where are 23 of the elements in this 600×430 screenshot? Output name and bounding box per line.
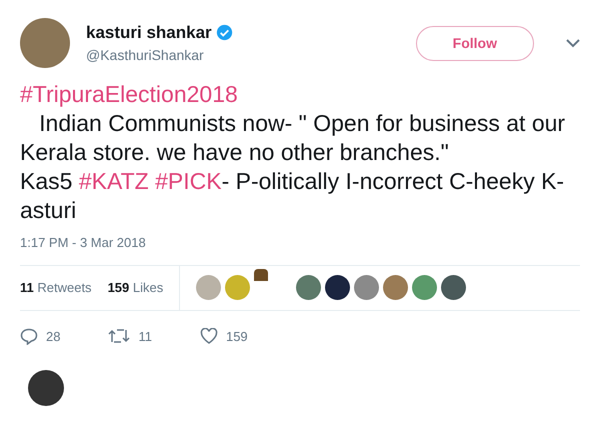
chevron-down-icon[interactable] [566,38,580,48]
stat-link[interactable]: 11 Retweets [20,278,92,298]
profile-photo-placeholder[interactable] [20,18,70,68]
action-count: 11 [138,328,152,346]
hashtag-link[interactable]: #KATZ [78,168,149,194]
retweet-icon [108,328,130,344]
hashtag-link[interactable]: #PICK [155,168,222,194]
small-image-placeholder[interactable] [254,269,268,281]
timestamp[interactable]: 1:17 PM - 3 Mar 2018 [20,233,580,252]
author-handle[interactable]: @KasthuriShankar [86,45,400,66]
tweet-text: Indian Communists now- " Open for business at our Kerala store. we have no other branches." [20,109,566,167]
heart-icon [200,328,218,344]
action-count: 159 [226,328,248,346]
action-count: 28 [46,328,60,346]
liker-avatar-placeholder[interactable] [325,275,350,300]
author-name[interactable]: kasturi shankar [86,20,212,46]
follow-button[interactable]: Follow [416,26,534,60]
tweet-text: Kas5 #KATZ #PICK- P-olitically I-ncorrect C-heeky K-asturi [20,167,566,225]
reply-avatar-placeholder [28,370,64,406]
stat-link[interactable]: 159 Likes [108,278,164,298]
reply-icon [20,328,38,345]
hashtag-link[interactable]: #TripuraElection2018 [20,81,238,107]
liker-avatar-placeholder[interactable] [441,275,466,300]
